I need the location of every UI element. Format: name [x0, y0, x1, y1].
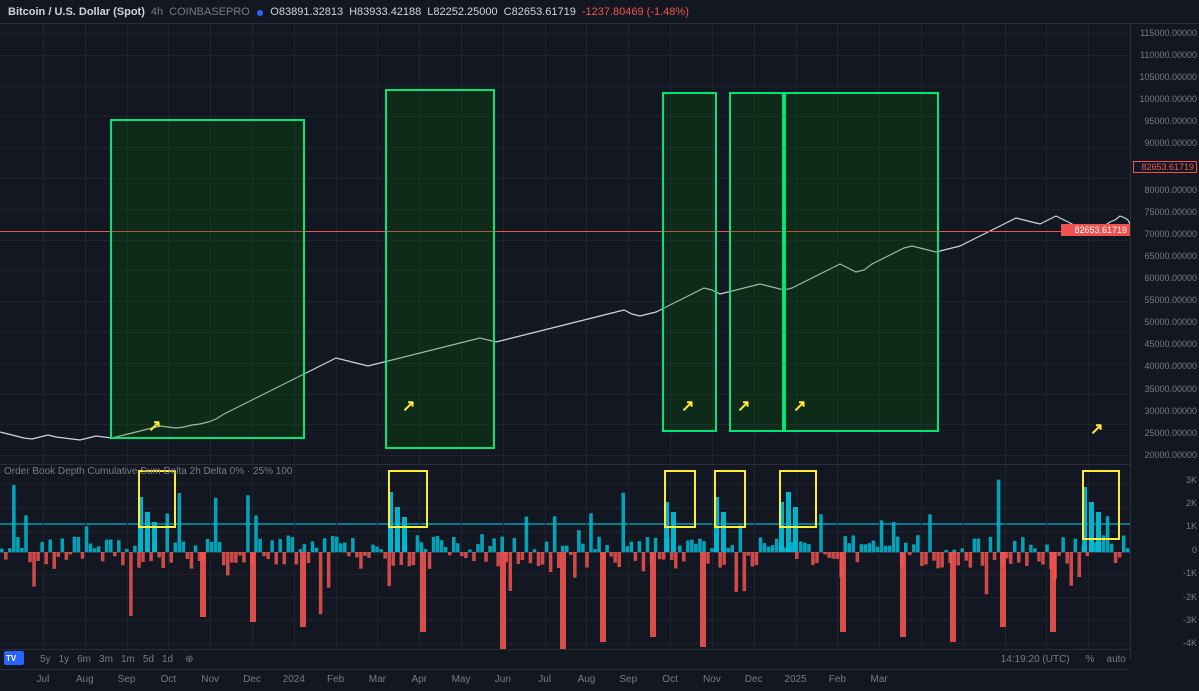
- time-label-may: May: [452, 674, 471, 685]
- time-label-jul2: Jul: [538, 674, 551, 685]
- tf-1m[interactable]: 1m: [121, 654, 135, 665]
- time-label-2025: 2025: [784, 674, 806, 685]
- exchange-label: COINBASEPRO: [169, 6, 250, 18]
- compare-icon[interactable]: ⊕: [185, 654, 193, 665]
- current-price-line: [0, 231, 1130, 232]
- time-label-apr: Apr: [411, 674, 427, 685]
- ind-label: 1K: [1133, 521, 1197, 531]
- ind-label: 3K: [1133, 475, 1197, 485]
- price-label: 65000.00000: [1133, 251, 1197, 261]
- ind-label: -1K: [1133, 568, 1197, 578]
- ohlc-high: H83933.42188: [349, 6, 421, 18]
- price-change: -1237.80469 (-1.48%): [582, 6, 689, 18]
- price-label: 95000.00000: [1133, 116, 1197, 126]
- time-label-mar2: Mar: [871, 674, 888, 685]
- indicator-chart[interactable]: [0, 464, 1130, 659]
- tf-3m[interactable]: 3m: [99, 654, 113, 665]
- price-label: 35000.00000: [1133, 384, 1197, 394]
- ind-label: -3K: [1133, 615, 1197, 625]
- ind-label: 2K: [1133, 498, 1197, 508]
- time-utc: 14:19:20 (UTC): [1001, 654, 1070, 665]
- main-chart[interactable]: 82653.61719 ↗ ↗ ↗ ↗ ↗ ↗: [0, 24, 1130, 464]
- price-label: 20000.00000: [1133, 450, 1197, 460]
- indicator-axis: 3K 2K 1K 0 -1K -2K -3K -4K: [1130, 464, 1199, 659]
- price-axis: 115000.00000 110000.00000 105000.00000 1…: [1130, 24, 1199, 464]
- price-label: 82653.61719: [1133, 161, 1197, 173]
- price-label: 30000.00000: [1133, 406, 1197, 416]
- price-label: 115000.00000: [1133, 28, 1197, 38]
- tv-logo-area: TV: [4, 651, 24, 668]
- time-label-mar: Mar: [369, 674, 386, 685]
- time-label-jul: Jul: [37, 674, 50, 685]
- time-axis: Jul Aug Sep Oct Nov Dec 2024 Feb Mar Apr…: [0, 669, 1130, 691]
- time-label-sep2: Sep: [619, 674, 637, 685]
- price-label: 55000.00000: [1133, 295, 1197, 305]
- price-label: 105000.00000: [1133, 72, 1197, 82]
- ohlc-close: C82653.61719: [504, 6, 576, 18]
- time-label-feb2: Feb: [829, 674, 846, 685]
- time-label-aug2: Aug: [578, 674, 596, 685]
- price-label: 25000.00000: [1133, 428, 1197, 438]
- bottom-toolbar: TV 5y 1y 6m 3m 1m 5d 1d ⊕ 14:19:20 (UTC)…: [0, 649, 1130, 669]
- tf-6m[interactable]: 6m: [77, 654, 91, 665]
- price-label: 40000.00000: [1133, 361, 1197, 371]
- ind-label: -4K: [1133, 638, 1197, 648]
- price-label: 90000.00000: [1133, 138, 1197, 148]
- time-label-nov: Nov: [201, 674, 219, 685]
- price-label: 80000.00000: [1133, 185, 1197, 195]
- time-label-jun: Jun: [495, 674, 511, 685]
- time-label-dec: Dec: [243, 674, 261, 685]
- tf-1y[interactable]: 1y: [59, 654, 70, 665]
- time-label-2024: 2024: [283, 674, 305, 685]
- tf-5d[interactable]: 5d: [143, 654, 154, 665]
- price-label: 60000.00000: [1133, 273, 1197, 283]
- svg-text:TV: TV: [6, 654, 17, 663]
- price-label: 50000.00000: [1133, 317, 1197, 327]
- ohlc-open: O83891.32813: [270, 6, 343, 18]
- tf-5y[interactable]: 5y: [40, 654, 51, 665]
- time-label-nov2: Nov: [703, 674, 721, 685]
- ohlc-low: L82252.25000: [427, 6, 497, 18]
- timeframe-label[interactable]: 4h: [151, 6, 163, 18]
- tf-1d[interactable]: 1d: [162, 654, 173, 665]
- ind-label: 0: [1133, 545, 1197, 555]
- price-label: 100000.00000: [1133, 94, 1197, 104]
- time-label-sep: Sep: [118, 674, 136, 685]
- price-chart-svg: [0, 24, 1130, 464]
- symbol-name[interactable]: Bitcoin / U.S. Dollar (Spot): [8, 6, 145, 18]
- price-label: 45000.00000: [1133, 339, 1197, 349]
- auto-label[interactable]: auto: [1107, 654, 1126, 665]
- price-label: 70000.00000: [1133, 229, 1197, 239]
- indicator-title: Order Book Depth Cumulative Sum Delta 2h…: [4, 466, 292, 477]
- time-label-dec2: Dec: [745, 674, 763, 685]
- price-label: 110000.00000: [1133, 50, 1197, 60]
- exchange-dot: ●: [256, 4, 264, 20]
- time-label-oct2: Oct: [662, 674, 678, 685]
- time-label-aug: Aug: [76, 674, 94, 685]
- ind-label: -2K: [1133, 592, 1197, 602]
- time-label-feb: Feb: [327, 674, 344, 685]
- chart-header: Bitcoin / U.S. Dollar (Spot) 4h COINBASE…: [0, 0, 1199, 24]
- price-label: 75000.00000: [1133, 207, 1197, 217]
- time-label-oct: Oct: [161, 674, 177, 685]
- indicator-svg: [0, 465, 1130, 659]
- current-price-label: 82653.61719: [1061, 224, 1130, 236]
- chart-container: 82653.61719 ↗ ↗ ↗ ↗ ↗ ↗: [0, 24, 1199, 691]
- scale-pct[interactable]: %: [1086, 654, 1095, 665]
